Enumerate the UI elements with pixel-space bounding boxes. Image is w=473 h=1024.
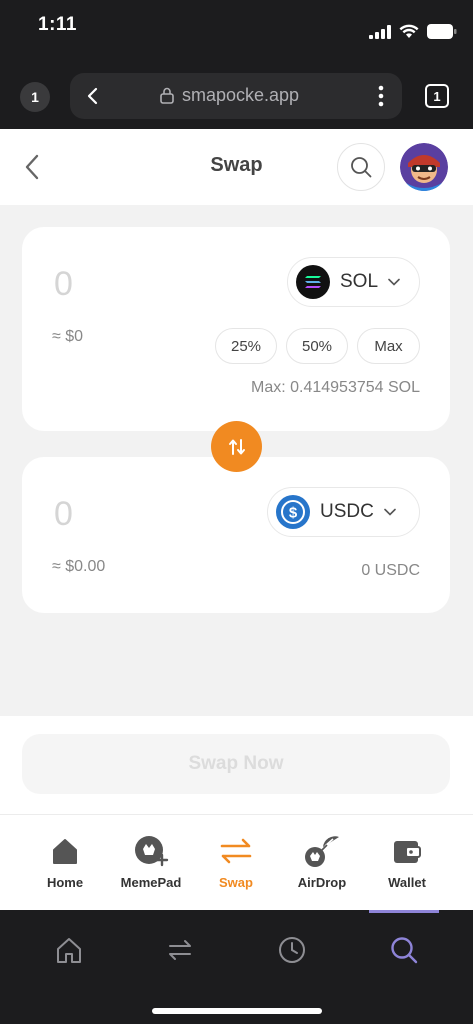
from-token-select[interactable]: SOL xyxy=(287,257,420,307)
active-tab-indicator xyxy=(369,910,439,913)
signal-icon xyxy=(369,24,391,39)
swap-vertical-icon xyxy=(228,438,245,455)
chevron-down-icon xyxy=(384,508,396,516)
nav-item-swap[interactable]: Swap xyxy=(191,833,281,890)
home-icon xyxy=(53,839,77,864)
swap-direction-button[interactable] xyxy=(211,421,262,472)
swap-icon xyxy=(169,940,191,960)
browser-bottom-toolbar xyxy=(0,910,473,1024)
avatar-image xyxy=(400,143,448,191)
swap-now-button[interactable]: Swap Now xyxy=(22,734,450,794)
swap-to-card: 0 ≈ $0.00 $ USDC 0 USDC xyxy=(22,457,450,613)
to-amount-value: 0 xyxy=(54,495,73,533)
percent-50-button[interactable]: 50% xyxy=(286,328,348,364)
swap-arrows-icon xyxy=(220,838,252,864)
home-icon xyxy=(57,938,81,963)
to-usd-value: ≈ $0.00 xyxy=(52,558,106,575)
percent-25-button[interactable]: 25% xyxy=(215,328,277,364)
browser-address-bar: 1 smapocke.app 1 xyxy=(0,62,473,129)
history-icon xyxy=(279,937,305,963)
url-bar[interactable]: smapocke.app xyxy=(70,73,402,119)
nav-label-home: Home xyxy=(46,875,84,890)
battery-icon xyxy=(427,24,457,39)
nav-item-wallet[interactable]: Wallet xyxy=(362,833,452,890)
browser-home-button[interactable] xyxy=(49,930,89,970)
nav-label-memepad: MemePad xyxy=(120,875,182,890)
svg-text:$: $ xyxy=(289,505,298,522)
swap-action-area: Swap Now xyxy=(0,716,473,814)
nav-label-swap: Swap xyxy=(219,875,253,890)
status-time: 1:11 xyxy=(38,14,77,35)
url-text: smapocke.app xyxy=(182,85,300,105)
chevron-down-icon xyxy=(388,278,400,286)
more-vertical-icon[interactable] xyxy=(378,85,384,107)
memepad-icon xyxy=(135,836,169,867)
search-icon xyxy=(351,157,372,178)
browser-history-button[interactable] xyxy=(272,930,312,970)
from-token-name: SOL xyxy=(340,271,379,292)
max-button[interactable]: Max xyxy=(357,328,420,364)
nav-label-wallet: Wallet xyxy=(388,875,426,890)
search-button[interactable] xyxy=(337,143,385,191)
from-usd-value: ≈ $0 xyxy=(52,328,84,345)
airdrop-icon xyxy=(305,836,339,867)
nav-item-memepad[interactable]: MemePad xyxy=(106,833,196,890)
tab-count-left[interactable]: 1 xyxy=(20,82,50,112)
nav-item-airdrop[interactable]: AirDrop xyxy=(277,833,367,890)
sol-token-icon xyxy=(296,265,330,299)
status-bar: 1:11 xyxy=(0,0,473,62)
app-header: Swap xyxy=(0,129,473,205)
status-icons xyxy=(369,24,457,39)
to-token-select[interactable]: $ USDC xyxy=(267,487,420,537)
usdc-token-icon: $ xyxy=(276,495,310,529)
percent-buttons: 25% 50% Max xyxy=(215,328,420,364)
to-token-balance: 0 USDC xyxy=(361,562,420,579)
wallet-icon xyxy=(394,841,421,863)
swap-from-card: 0 ≈ $0 SOL 25% 50% Max Max: 0.414953754 … xyxy=(22,227,450,431)
browser-swap-button[interactable] xyxy=(160,930,200,970)
browser-back-icon[interactable] xyxy=(86,87,100,105)
home-indicator xyxy=(152,1008,322,1014)
max-balance-text: Max: 0.414953754 SOL xyxy=(250,379,420,396)
nav-label-airdrop: AirDrop xyxy=(297,875,347,890)
wifi-icon xyxy=(399,24,419,38)
browser-search-button[interactable] xyxy=(384,930,424,970)
lock-icon xyxy=(160,87,174,104)
from-amount-input[interactable]: 0 xyxy=(54,265,73,304)
nav-item-home[interactable]: Home xyxy=(20,833,110,890)
to-token-name: USDC xyxy=(320,501,374,522)
search-icon xyxy=(391,937,418,964)
tabs-button[interactable]: 1 xyxy=(425,84,449,108)
avatar[interactable] xyxy=(400,143,448,191)
app-bottom-nav: Home MemePad Swap AirDrop Wallet xyxy=(0,814,473,910)
